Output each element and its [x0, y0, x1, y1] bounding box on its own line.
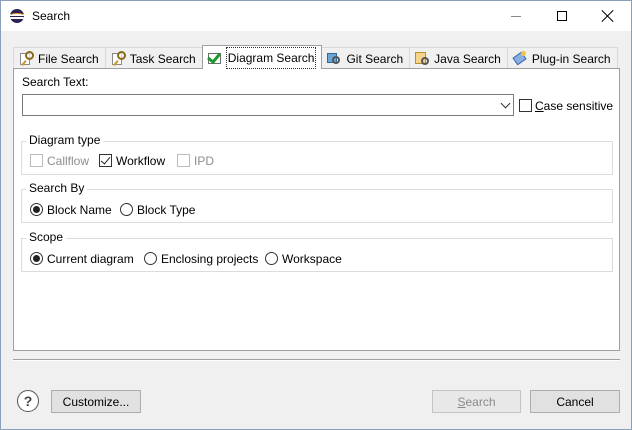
tab-file-search[interactable]: File Search — [13, 47, 106, 69]
eclipse-app-icon — [10, 9, 24, 23]
close-button[interactable] — [585, 1, 631, 31]
tab-label: Git Search — [346, 51, 404, 66]
current-diagram-label: Current diagram — [47, 252, 134, 266]
tab-plugin-search[interactable]: Plug-in Search — [506, 47, 618, 69]
block-name-label: Block Name — [47, 203, 112, 217]
search-by-title: Search By — [26, 181, 88, 195]
search-dialog: Search File Search Task Search Diagram S… — [0, 0, 632, 430]
customize-button[interactable]: Customize... — [51, 390, 141, 413]
tab-task-search[interactable]: Task Search — [104, 47, 203, 69]
block-type-radio[interactable] — [120, 203, 133, 216]
case-sensitive-checkbox[interactable] — [519, 99, 532, 112]
workspace-label: Workspace — [282, 252, 342, 266]
minimize-icon — [511, 15, 521, 17]
tab-label: Diagram Search — [225, 46, 317, 69]
tab-label: Plug-in Search — [531, 51, 611, 66]
tab-label: File Search — [38, 51, 99, 66]
callflow-label: Callflow — [47, 154, 90, 168]
diagram-search-panel: Search Text: Case sensitive Diagram type… — [13, 68, 620, 351]
enclosing-projects-radio[interactable] — [144, 252, 157, 265]
search-tabs: File Search Task Search Diagram Search G… — [13, 45, 618, 69]
ipd-checkbox[interactable] — [177, 154, 190, 167]
java-search-icon — [414, 51, 430, 67]
tab-label: Java Search — [434, 51, 501, 66]
tab-java-search[interactable]: Java Search — [409, 47, 508, 69]
block-name-radio[interactable] — [30, 203, 43, 216]
task-search-icon — [110, 50, 126, 67]
search-button[interactable]: Search — [432, 390, 521, 413]
current-diagram-radio[interactable] — [30, 252, 43, 265]
window-title: Search — [32, 9, 71, 23]
scope-group: Scope Current diagram Enclosing projects… — [21, 230, 613, 272]
cancel-button[interactable]: Cancel — [530, 390, 620, 413]
diagram-search-icon — [206, 49, 223, 66]
search-text-combo[interactable] — [22, 94, 514, 116]
workspace-radio[interactable] — [265, 252, 278, 265]
file-search-icon — [18, 50, 34, 67]
footer-separator — [13, 359, 620, 361]
maximize-icon — [557, 11, 567, 21]
enclosing-projects-label: Enclosing projects — [161, 252, 259, 266]
workflow-label: Workflow — [116, 154, 166, 168]
plugin-search-icon — [512, 50, 528, 67]
help-icon[interactable]: ? — [17, 390, 39, 412]
minimize-button[interactable] — [493, 1, 539, 31]
chevron-down-icon[interactable] — [500, 100, 510, 110]
maximize-button[interactable] — [539, 1, 585, 31]
diagram-type-group: Diagram type Callflow Workflow IPD — [21, 133, 613, 175]
tab-git-search[interactable]: Git Search — [321, 47, 411, 69]
workflow-checkbox[interactable] — [99, 154, 112, 167]
callflow-checkbox[interactable] — [30, 154, 43, 167]
block-type-label: Block Type — [137, 203, 196, 217]
case-sensitive-label[interactable]: Case sensitive — [535, 99, 613, 113]
search-text-label: Search Text: — [22, 75, 89, 89]
diagram-type-title: Diagram type — [26, 133, 104, 147]
close-icon — [602, 10, 614, 22]
ipd-label: IPD — [194, 154, 215, 168]
search-by-group: Search By Block Name Block Type — [21, 181, 613, 223]
checkmark-icon — [100, 154, 111, 165]
tab-label: Task Search — [129, 51, 196, 66]
title-bar: Search — [1, 1, 631, 31]
scope-title: Scope — [26, 230, 67, 244]
git-search-icon — [326, 51, 342, 67]
tab-diagram-search[interactable]: Diagram Search — [201, 45, 323, 69]
